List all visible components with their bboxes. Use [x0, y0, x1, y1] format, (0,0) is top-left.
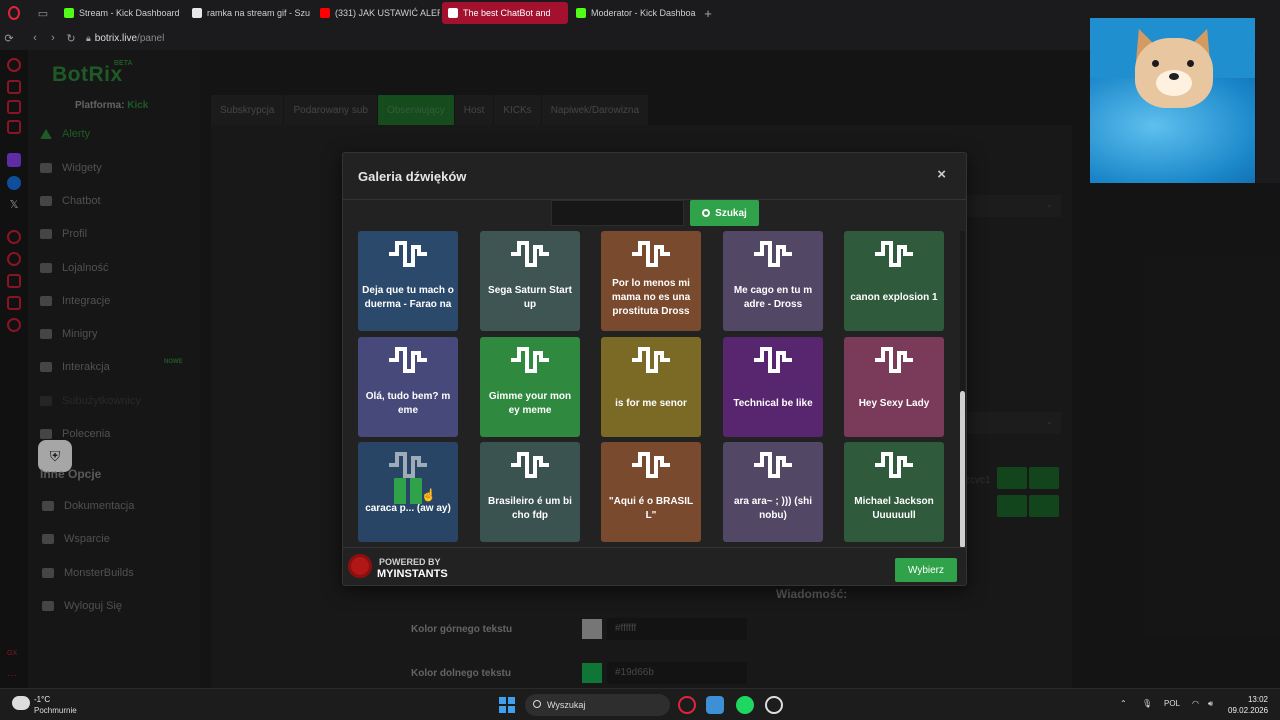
search-input[interactable]: [551, 200, 684, 226]
tab-label: Stream - Kick Dashboard: [79, 8, 180, 18]
forward-icon[interactable]: ›: [44, 32, 62, 44]
sound-label: ara ara~ ; ))) (shi nobu): [733, 496, 813, 521]
search-button[interactable]: Szukaj: [690, 200, 759, 226]
sound-tile[interactable]: Technical be like: [723, 337, 823, 437]
new-tab-button[interactable]: +: [698, 6, 718, 21]
tab-favicon-icon: [448, 8, 458, 18]
sound-label: Por lo menos mi mama no es una prostitut…: [611, 278, 691, 317]
scrollbar-thumb[interactable]: [960, 391, 965, 548]
sound-tile[interactable]: ara ara~ ; ))) (shi nobu): [723, 442, 823, 542]
tab-workspaces-icon[interactable]: ▭: [32, 3, 54, 23]
modal-title: Galeria dźwięków: [358, 169, 467, 184]
browser-tab[interactable]: The best ChatBot and: [442, 2, 568, 24]
url-field[interactable]: botrix.live/panel: [95, 33, 165, 44]
sound-tile[interactable]: Brasileiro é um bi cho fdp: [480, 442, 580, 542]
sound-grid: Deja que tu mach o duerma - Farao na Sega…: [343, 231, 966, 546]
powered-by-text: POWERED BY: [379, 557, 441, 567]
sound-tile[interactable]: Deja que tu mach o duerma - Farao na: [358, 231, 458, 331]
sound-tile[interactable]: Olá, tudo bem? m eme: [358, 337, 458, 437]
mouse-cursor-icon: ☝: [421, 488, 436, 502]
browser-tab[interactable]: Stream - Kick Dashboard: [58, 2, 184, 24]
volume-icon[interactable]: 🔊︎: [1208, 699, 1213, 709]
spotify-icon[interactable]: [736, 696, 754, 714]
browser-tab-bar: ▭ Stream - Kick Dashboard ramka na stream…: [0, 0, 1280, 26]
myinstants-logo-icon: [348, 554, 372, 578]
windows-taskbar: -1°C Pochmurnie Wyszukaj ⌃ 🎙︎ POL ◠ 🔊︎ 1…: [0, 688, 1280, 720]
opera-gx-app-icon[interactable]: [678, 696, 696, 714]
modal-footer: POWERED BY MYINSTANTS Wybierz: [343, 547, 966, 585]
sound-tile[interactable]: Sega Saturn Start up: [480, 231, 580, 331]
windows-start-icon[interactable]: [499, 697, 515, 713]
reload-icon[interactable]: ↻: [62, 32, 80, 45]
sound-label: Brasileiro é um bi cho fdp: [488, 496, 572, 521]
language-indicator[interactable]: POL: [1164, 699, 1180, 708]
sound-label: canon explosion 1: [850, 292, 938, 303]
sound-tile[interactable]: Me cago en tu m adre - Dross: [723, 231, 823, 331]
picture-in-picture-video[interactable]: [1090, 18, 1255, 183]
sound-tile[interactable]: canon explosion 1: [844, 231, 944, 331]
address-bar: ⟳ ‹ › ↻ 🔒︎ botrix.live/panel: [0, 26, 1280, 50]
browser-tab[interactable]: Moderator - Kick Dashboa: [570, 2, 696, 24]
sound-label: Hey Sexy Lady: [858, 398, 930, 409]
sound-label: Deja que tu mach o duerma - Farao na: [362, 285, 454, 310]
tab-favicon-icon: [576, 8, 586, 18]
tab-label: The best ChatBot and: [463, 8, 551, 18]
reload-sidebar-icon[interactable]: ⟳: [0, 32, 18, 45]
file-explorer-icon[interactable]: [706, 696, 724, 714]
sound-label: Olá, tudo bem? m eme: [365, 391, 451, 416]
sound-tile[interactable]: caraca p... (aw ay) ☝: [358, 442, 458, 542]
pause-icon[interactable]: [394, 478, 422, 506]
tab-label: Moderator - Kick Dashboa: [591, 8, 696, 18]
pip-controls: [1256, 18, 1280, 183]
taskbar-search[interactable]: Wyszukaj: [525, 694, 670, 716]
weather-temperature[interactable]: -1°C: [34, 695, 50, 704]
lock-icon: 🔒︎: [86, 32, 91, 43]
sound-label: Gimme your mon ey meme: [488, 391, 572, 416]
choose-button[interactable]: Wybierz: [895, 558, 957, 582]
sound-tile[interactable]: is for me senor: [601, 337, 701, 437]
tab-favicon-icon: [320, 8, 330, 18]
sound-gallery-modal: Galeria dźwięków × Szukaj Deja que tu ma…: [342, 152, 967, 586]
search-icon: [533, 700, 541, 708]
tab-favicon-icon: [64, 8, 74, 18]
sound-label: Me cago en tu m adre - Dross: [733, 285, 813, 310]
sound-tile[interactable]: "Aqui é o BRASIL L": [601, 442, 701, 542]
sound-label: is for me senor: [615, 398, 687, 409]
scrollbar[interactable]: [960, 231, 965, 548]
weather-description[interactable]: Pochmurnie: [34, 706, 77, 715]
tray-chevron-icon[interactable]: ⌃: [1120, 699, 1127, 708]
sound-label: Michael Jackson Uuuuuull: [854, 496, 934, 521]
browser-tab[interactable]: (331) JAK USTAWIĆ ALER: [314, 2, 440, 24]
browser-tab[interactable]: ramka na stream gif - Szu: [186, 2, 312, 24]
close-icon[interactable]: ×: [937, 166, 946, 183]
sound-label: "Aqui é o BRASIL L": [608, 496, 694, 521]
back-icon[interactable]: ‹: [26, 32, 44, 44]
tab-favicon-icon: [192, 8, 202, 18]
sound-label: Sega Saturn Start up: [488, 285, 572, 310]
clock[interactable]: 13:02 09.02.2026: [1228, 694, 1268, 716]
tab-label: ramka na stream gif - Szu: [207, 8, 311, 18]
opera-logo-icon[interactable]: [0, 0, 28, 26]
sound-label: Technical be like: [733, 398, 813, 409]
steam-icon[interactable]: [765, 696, 783, 714]
sound-tile[interactable]: Por lo menos mi mama no es una prostitut…: [601, 231, 701, 331]
sound-tile[interactable]: Michael Jackson Uuuuuull: [844, 442, 944, 542]
weather-cloud-icon[interactable]: [12, 696, 30, 710]
search-icon: [702, 209, 711, 217]
sound-tile[interactable]: Hey Sexy Lady: [844, 337, 944, 437]
wifi-icon[interactable]: ◠: [1192, 699, 1199, 708]
tab-label: (331) JAK USTAWIĆ ALER: [335, 8, 440, 18]
microphone-icon[interactable]: 🎙︎: [1142, 699, 1152, 708]
sound-tile[interactable]: Gimme your mon ey meme: [480, 337, 580, 437]
provider-name: MYINSTANTS: [377, 568, 448, 580]
